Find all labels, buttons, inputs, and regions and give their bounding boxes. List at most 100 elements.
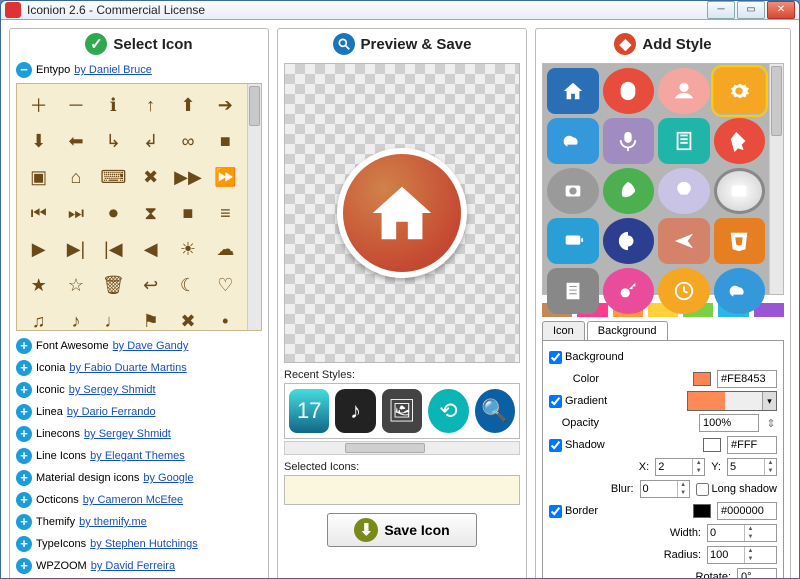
style-preset[interactable] bbox=[714, 68, 766, 114]
icon-set-row[interactable]: +Octicons by Cameron McEfee bbox=[10, 489, 268, 511]
icon-set-row[interactable]: +Line Icons by Elegant Themes bbox=[10, 445, 268, 467]
minimize-button[interactable]: ─ bbox=[707, 1, 735, 19]
shadow-y-input[interactable]: ▲▼ bbox=[727, 458, 777, 476]
style-preset[interactable] bbox=[658, 268, 710, 314]
color-input[interactable] bbox=[717, 370, 777, 388]
style-preset[interactable] bbox=[547, 268, 599, 314]
style-preset[interactable] bbox=[603, 68, 655, 114]
style-preset[interactable] bbox=[603, 268, 655, 314]
style-preset[interactable] bbox=[547, 68, 599, 114]
close-button[interactable]: ✕ bbox=[767, 1, 795, 19]
icon-close[interactable]: ✖ bbox=[133, 160, 168, 194]
icon-cloud[interactable]: ☁ bbox=[208, 232, 243, 266]
icon-set-row[interactable]: +WPZOOM by David Ferreira bbox=[10, 555, 268, 577]
style-preset[interactable] bbox=[658, 168, 710, 214]
tab-background[interactable]: Background bbox=[587, 321, 668, 340]
active-set-row[interactable]: − Entypo by Daniel Bruce bbox=[10, 59, 268, 81]
expand-icon[interactable]: + bbox=[16, 382, 32, 398]
set-author-link[interactable]: by Stephen Hutchings bbox=[90, 538, 198, 550]
expand-icon[interactable]: + bbox=[16, 536, 32, 552]
set-author-link[interactable]: by Sergey Shmidt bbox=[69, 384, 156, 396]
icon-arrow-up[interactable]: ⬆ bbox=[170, 88, 205, 122]
set-author-link[interactable]: by Elegant Themes bbox=[90, 450, 185, 462]
icon-info[interactable]: ℹ bbox=[96, 88, 131, 122]
recent-style-item[interactable]: ♪ bbox=[335, 389, 375, 433]
icon-moon[interactable]: ☾ bbox=[170, 268, 205, 302]
icon-back-arrow[interactable]: ↩ bbox=[133, 268, 168, 302]
style-preset[interactable] bbox=[714, 218, 766, 264]
icon-heart-outline[interactable]: ♡ bbox=[208, 268, 243, 302]
blur-input[interactable]: ▲▼ bbox=[640, 480, 690, 498]
set-author-link[interactable]: by themify.me bbox=[79, 516, 147, 528]
icon-corner-right[interactable]: ↳ bbox=[96, 124, 131, 158]
border-checkbox[interactable]: Border bbox=[549, 505, 598, 518]
border-width-input[interactable]: ▲▼ bbox=[707, 524, 777, 542]
recent-scrollbar[interactable] bbox=[284, 441, 520, 455]
border-color-swatch[interactable] bbox=[693, 504, 711, 518]
icon-minus[interactable]: － bbox=[58, 88, 93, 122]
set-author-link[interactable]: by Dario Ferrando bbox=[67, 406, 156, 418]
expand-icon[interactable]: + bbox=[16, 360, 32, 376]
icon-tools[interactable]: ✖ bbox=[170, 304, 205, 330]
icon-set-row[interactable]: +Material design icons by Google bbox=[10, 467, 268, 489]
icon-corner-left[interactable]: ↲ bbox=[133, 124, 168, 158]
style-preset[interactable] bbox=[658, 118, 710, 164]
icon-text[interactable]: ≡ bbox=[208, 196, 243, 230]
icon-set-row[interactable]: +TypeIcons by Stephen Hutchings bbox=[10, 533, 268, 555]
save-icon-button[interactable]: ⬇ Save Icon bbox=[327, 513, 477, 547]
icon-squares[interactable]: ▣ bbox=[21, 160, 56, 194]
border-color-input[interactable] bbox=[717, 502, 777, 520]
icon-beamed-note[interactable]: ♫ bbox=[21, 304, 56, 330]
icon-record[interactable]: ⏺ bbox=[96, 196, 131, 230]
shadow-checkbox[interactable]: Shadow bbox=[549, 439, 605, 452]
icon-square[interactable]: ■ bbox=[208, 124, 243, 158]
recent-style-item[interactable]: ⟲ bbox=[428, 389, 468, 433]
style-preset[interactable] bbox=[714, 268, 766, 314]
expand-icon[interactable]: + bbox=[16, 492, 32, 508]
color-swatch[interactable] bbox=[693, 372, 711, 386]
style-preset[interactable] bbox=[547, 218, 599, 264]
icon-keyboard[interactable]: ⌨ bbox=[96, 160, 131, 194]
shadow-x-input[interactable]: ▲▼ bbox=[655, 458, 705, 476]
recent-style-item[interactable]: 🖼 bbox=[382, 389, 422, 433]
expand-icon[interactable]: + bbox=[16, 558, 32, 574]
opacity-input[interactable] bbox=[699, 414, 759, 432]
expand-icon[interactable]: + bbox=[16, 338, 32, 354]
icon-home[interactable]: ⌂ bbox=[58, 160, 93, 194]
style-preset[interactable] bbox=[603, 218, 655, 264]
icon-stop[interactable]: ■ bbox=[170, 196, 205, 230]
expand-icon[interactable]: + bbox=[16, 470, 32, 486]
tab-icon[interactable]: Icon bbox=[542, 321, 585, 340]
icon-play-next[interactable]: ▶| bbox=[58, 232, 93, 266]
icon-note[interactable]: ♪ bbox=[58, 304, 93, 330]
recent-style-item[interactable]: 🔍 bbox=[475, 389, 515, 433]
icon-set-row[interactable]: +Linea by Dario Ferrando bbox=[10, 401, 268, 423]
icon-trash[interactable]: 🗑 bbox=[96, 268, 131, 302]
style-preset[interactable] bbox=[714, 168, 766, 214]
border-radius-input[interactable]: ▲▼ bbox=[707, 546, 777, 564]
gradient-picker[interactable]: ▾ bbox=[687, 391, 777, 411]
icon-arrow-down[interactable]: ⬇ bbox=[21, 124, 56, 158]
icon-set-row[interactable]: +Themify by themify.me bbox=[10, 511, 268, 533]
style-grid-scrollbar[interactable] bbox=[769, 64, 783, 294]
style-preset[interactable] bbox=[603, 118, 655, 164]
icon-rewind-start[interactable]: ⏮ bbox=[21, 196, 56, 230]
shadow-color-swatch[interactable] bbox=[703, 438, 721, 452]
collapse-icon[interactable]: − bbox=[16, 62, 32, 78]
icon-blank[interactable]: • bbox=[208, 304, 243, 330]
icon-sun[interactable]: ☀ bbox=[170, 232, 205, 266]
set-author-link[interactable]: by Dave Gandy bbox=[113, 340, 189, 352]
icon-set-row[interactable]: +Font Awesome by Dave Gandy bbox=[10, 335, 268, 357]
icon-set-row[interactable]: +Iconia by Fabio Duarte Martins bbox=[10, 357, 268, 379]
icon-arrow-left[interactable]: ⬅ bbox=[58, 124, 93, 158]
recent-style-item[interactable]: 17 bbox=[289, 389, 329, 433]
rotate-input[interactable] bbox=[737, 568, 777, 579]
icon-star-outline[interactable]: ☆ bbox=[58, 268, 93, 302]
set-author-link[interactable]: by Google bbox=[143, 472, 193, 484]
expand-icon[interactable]: + bbox=[16, 448, 32, 464]
preview-canvas[interactable] bbox=[284, 63, 520, 363]
icon-hourglass[interactable]: ⧗ bbox=[133, 196, 168, 230]
icon-plus[interactable]: ＋ bbox=[21, 88, 56, 122]
icon-flag[interactable]: ⚑ bbox=[133, 304, 168, 330]
maximize-button[interactable]: ▭ bbox=[737, 1, 765, 19]
